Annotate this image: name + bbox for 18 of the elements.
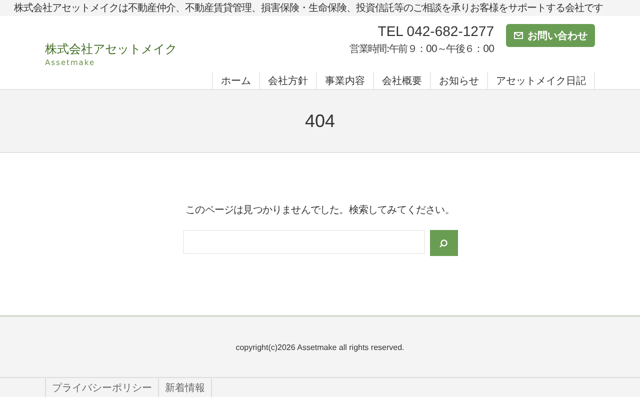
phone-number: TEL 042-682-1277 (378, 22, 494, 39)
mail-icon (514, 32, 522, 39)
nav-link[interactable]: アセットメイク日記 (487, 72, 595, 89)
search-button[interactable] (430, 230, 458, 256)
nav-link[interactable]: 事業内容 (316, 72, 373, 89)
logo-text[interactable]: 株式会社アセットメイク (45, 41, 177, 58)
nav-link[interactable]: 会社方針 (259, 72, 316, 89)
nav-link[interactable]: 会社概要 (373, 72, 430, 89)
nav-link[interactable]: お知らせ (430, 72, 487, 89)
footer-link[interactable]: 新着情報 (158, 378, 212, 397)
footer-link[interactable]: プライバシーポリシー (45, 378, 159, 397)
not-found-message: このページは見つかりませんでした。検索してみてください。 (186, 204, 454, 217)
search-icon (439, 238, 448, 248)
copyright: copyright(c)2026 Assetmake all rights reserved. (236, 342, 404, 352)
nav-link[interactable]: ホーム (212, 72, 259, 89)
page-title: 404 (304, 110, 336, 132)
business-hours: 営業時間:午前９：00～午後６：00 (350, 42, 494, 56)
tagline: 株式会社アセットメイクは不動産仲介、不動産賃貸管理、損害保険・生命保険、投資信託等のご相談を承りお客様をサポートする会社です (14, 2, 603, 15)
